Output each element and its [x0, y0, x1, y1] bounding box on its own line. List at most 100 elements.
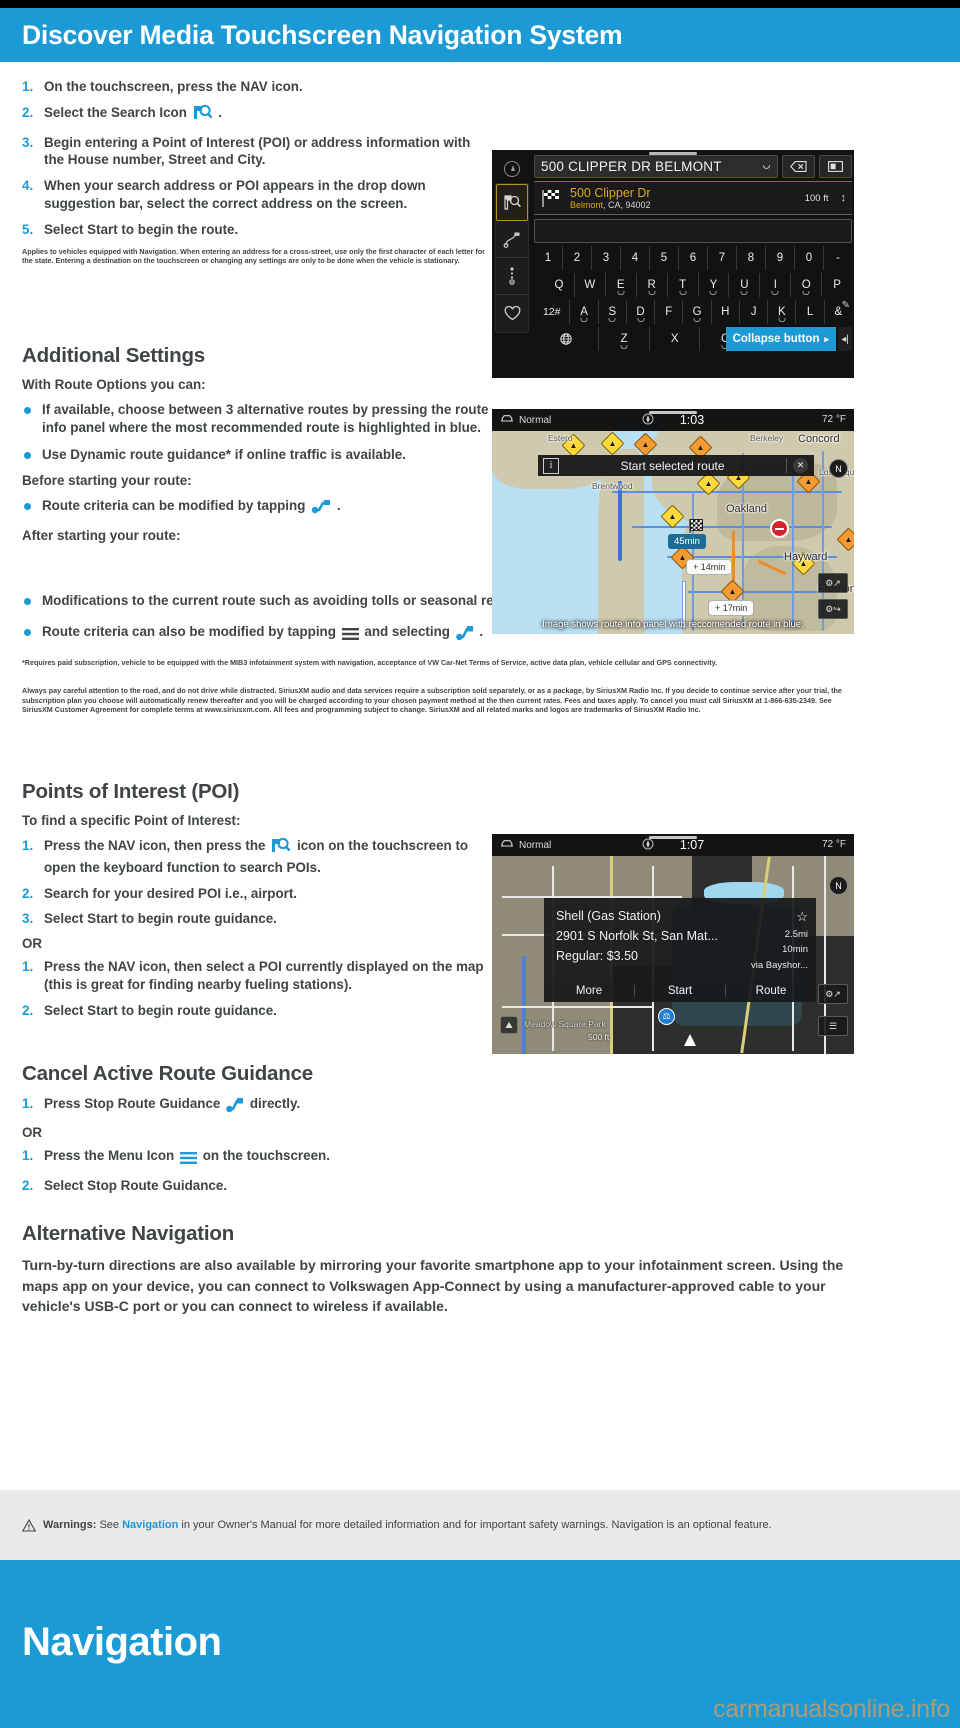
step-number: 1.: [22, 1096, 34, 1111]
key-e[interactable]: E: [606, 273, 637, 297]
poi-category-icon[interactable]: ⛰: [500, 1016, 518, 1034]
collapse-button[interactable]: Collapse button ▸: [725, 327, 836, 351]
key-p[interactable]: P: [822, 273, 852, 297]
route-map-canvas[interactable]: ▲ ▲ ▲ ▲ ▲ ▲ ▲ ▲ ▲ ▲ ▲ ▲ Oakland Hayward …: [492, 431, 854, 634]
route-eta-primary[interactable]: 45min: [668, 534, 706, 549]
key-x[interactable]: X: [650, 327, 701, 351]
list-item: 1. On the touchscreen, press the NAV ico…: [22, 78, 492, 96]
suggestion-state-zip: , CA, 94002: [603, 199, 651, 210]
key-dash[interactable]: -: [824, 246, 852, 270]
map-layers-button[interactable]: ⚙↗: [818, 984, 848, 1004]
key-7[interactable]: 7: [708, 246, 737, 270]
route-eta-alt-2[interactable]: + 17min: [708, 600, 755, 616]
step-text: Begin entering a Point of Interest (POI)…: [44, 134, 471, 168]
map-layers-button[interactable]: ⚙↗: [818, 573, 848, 593]
sidebar-favorites-heart-icon[interactable]: [496, 295, 528, 332]
poi-route-button[interactable]: Route: [726, 985, 816, 997]
map-view-button[interactable]: [819, 155, 852, 178]
map-status-bar: Normal 1:03 72 °F: [492, 409, 854, 431]
list-item: 1. Press the Menu Icon on the touchscree…: [22, 1147, 492, 1169]
poi-map-canvas[interactable]: Shell (Gas Station) 2901 S Norfolk St, S…: [492, 856, 854, 1054]
address-suggestion-row[interactable]: 500 Clipper Dr Belmont, CA, 94002 100 ft…: [534, 181, 852, 215]
key-a[interactable]: A: [570, 300, 599, 324]
key-6[interactable]: 6: [679, 246, 708, 270]
info-icon[interactable]: i: [543, 457, 559, 474]
key-2[interactable]: 2: [563, 246, 592, 270]
sidebar-waypoints-icon[interactable]: [496, 258, 528, 295]
sidebar-route-icon[interactable]: [496, 221, 528, 258]
key-z[interactable]: Z: [599, 327, 650, 351]
key-g[interactable]: G: [683, 300, 712, 324]
step-number: 3.: [22, 911, 34, 927]
keyboard-text-field[interactable]: [534, 219, 852, 243]
key-f[interactable]: F: [655, 300, 684, 324]
address-search-input[interactable]: 500 CLIPPER DR BELMONT: [534, 155, 778, 178]
cancel-steps-a: 1. Press Stop Route Guidance directly.: [22, 1095, 492, 1117]
poi-map-pin[interactable]: ⚖: [658, 1008, 675, 1025]
compass-north-button[interactable]: N: [829, 459, 848, 478]
backspace-button[interactable]: [782, 155, 815, 178]
list-item: 4. When your search address or POI appea…: [22, 177, 492, 213]
key-u[interactable]: U: [729, 273, 761, 297]
key-8[interactable]: 8: [737, 246, 766, 270]
favorite-star-icon[interactable]: ☆: [751, 906, 808, 927]
section-heading-points-of-interest: Points of Interest (POI): [22, 780, 240, 803]
list-item: Route criteria can be modified by tappin…: [22, 497, 492, 519]
route-eta-alt-1[interactable]: + 14min: [686, 559, 733, 575]
compass-north-button[interactable]: N: [829, 876, 848, 895]
key-y[interactable]: Y: [699, 273, 730, 297]
close-icon[interactable]: ✕: [793, 458, 808, 473]
key-4[interactable]: 4: [621, 246, 650, 270]
start-selected-route-bar[interactable]: i Start selected route ✕: [538, 455, 814, 476]
handwriting-pen-icon[interactable]: ✎: [842, 300, 850, 311]
step-text-tail: directly.: [249, 1096, 301, 1111]
map-road: [522, 956, 526, 1054]
key-0[interactable]: 0: [795, 246, 824, 270]
additional-lead-1: With Route Options you can:: [22, 377, 206, 392]
map-menu-button[interactable]: ☰: [818, 1016, 848, 1036]
chevron-right-icon: ▸: [824, 333, 829, 344]
map-city-label: Berkeley: [750, 433, 784, 443]
key-r[interactable]: R: [637, 273, 668, 297]
key-5[interactable]: 5: [650, 246, 679, 270]
key-t[interactable]: T: [668, 273, 699, 297]
key-q[interactable]: Q: [544, 273, 575, 297]
poi-name: Shell (Gas Station): [556, 909, 661, 923]
keyboard-hide-button[interactable]: ◂|: [838, 327, 852, 351]
poi-info-card[interactable]: Shell (Gas Station) 2901 S Norfolk St, S…: [544, 898, 816, 980]
key-o[interactable]: O: [791, 273, 823, 297]
suggestion-distance: 100 ft: [804, 192, 829, 204]
keyboard-main: 500 CLIPPER DR BELMONT 500 Clipper Dr Be…: [534, 155, 853, 376]
key-j[interactable]: J: [740, 300, 769, 324]
keyboard-row-digits: 1 2 3 4 5 6 7 8 9 0 -: [534, 246, 852, 270]
sidebar-search-destination-icon[interactable]: [496, 184, 528, 221]
step-text: Select Start to begin route guidance.: [44, 911, 277, 927]
key-w[interactable]: W: [575, 273, 606, 297]
key-1[interactable]: 1: [534, 246, 563, 270]
key-symbols-12hash[interactable]: 12#: [534, 300, 571, 324]
key-3[interactable]: 3: [592, 246, 621, 270]
bottom-section-title: Navigation: [22, 1620, 222, 1664]
key-h[interactable]: H: [712, 300, 740, 324]
map-city-label: Brentwood: [592, 481, 633, 491]
keyboard-row-asdf: 12# A S D F G H J K L &: [534, 300, 852, 324]
step-number: 1.: [22, 838, 34, 853]
language-globe-button[interactable]: [534, 327, 600, 351]
site-watermark: carmanualsonline.info: [713, 1695, 950, 1723]
key-i[interactable]: I: [760, 273, 792, 297]
poi-more-button[interactable]: More: [544, 985, 635, 997]
warnings-link[interactable]: Navigation: [122, 1519, 178, 1531]
warnings-pre: See: [99, 1519, 120, 1531]
page-header: Discover Media Touchscreen Navigation Sy…: [0, 8, 960, 62]
key-l[interactable]: L: [796, 300, 825, 324]
key-k[interactable]: K: [768, 300, 797, 324]
start-route-label: Start selected route: [620, 458, 725, 473]
key-s[interactable]: S: [599, 300, 627, 324]
poi-start-button[interactable]: Start: [635, 985, 726, 997]
key-d[interactable]: D: [627, 300, 656, 324]
key-9[interactable]: 9: [766, 246, 795, 270]
map-traffic-orange: [732, 531, 735, 581]
additional-lead-2: Before starting your route:: [22, 473, 192, 489]
map-route-options-button[interactable]: ⚙↪: [818, 599, 848, 619]
step-number: 5.: [22, 221, 34, 237]
